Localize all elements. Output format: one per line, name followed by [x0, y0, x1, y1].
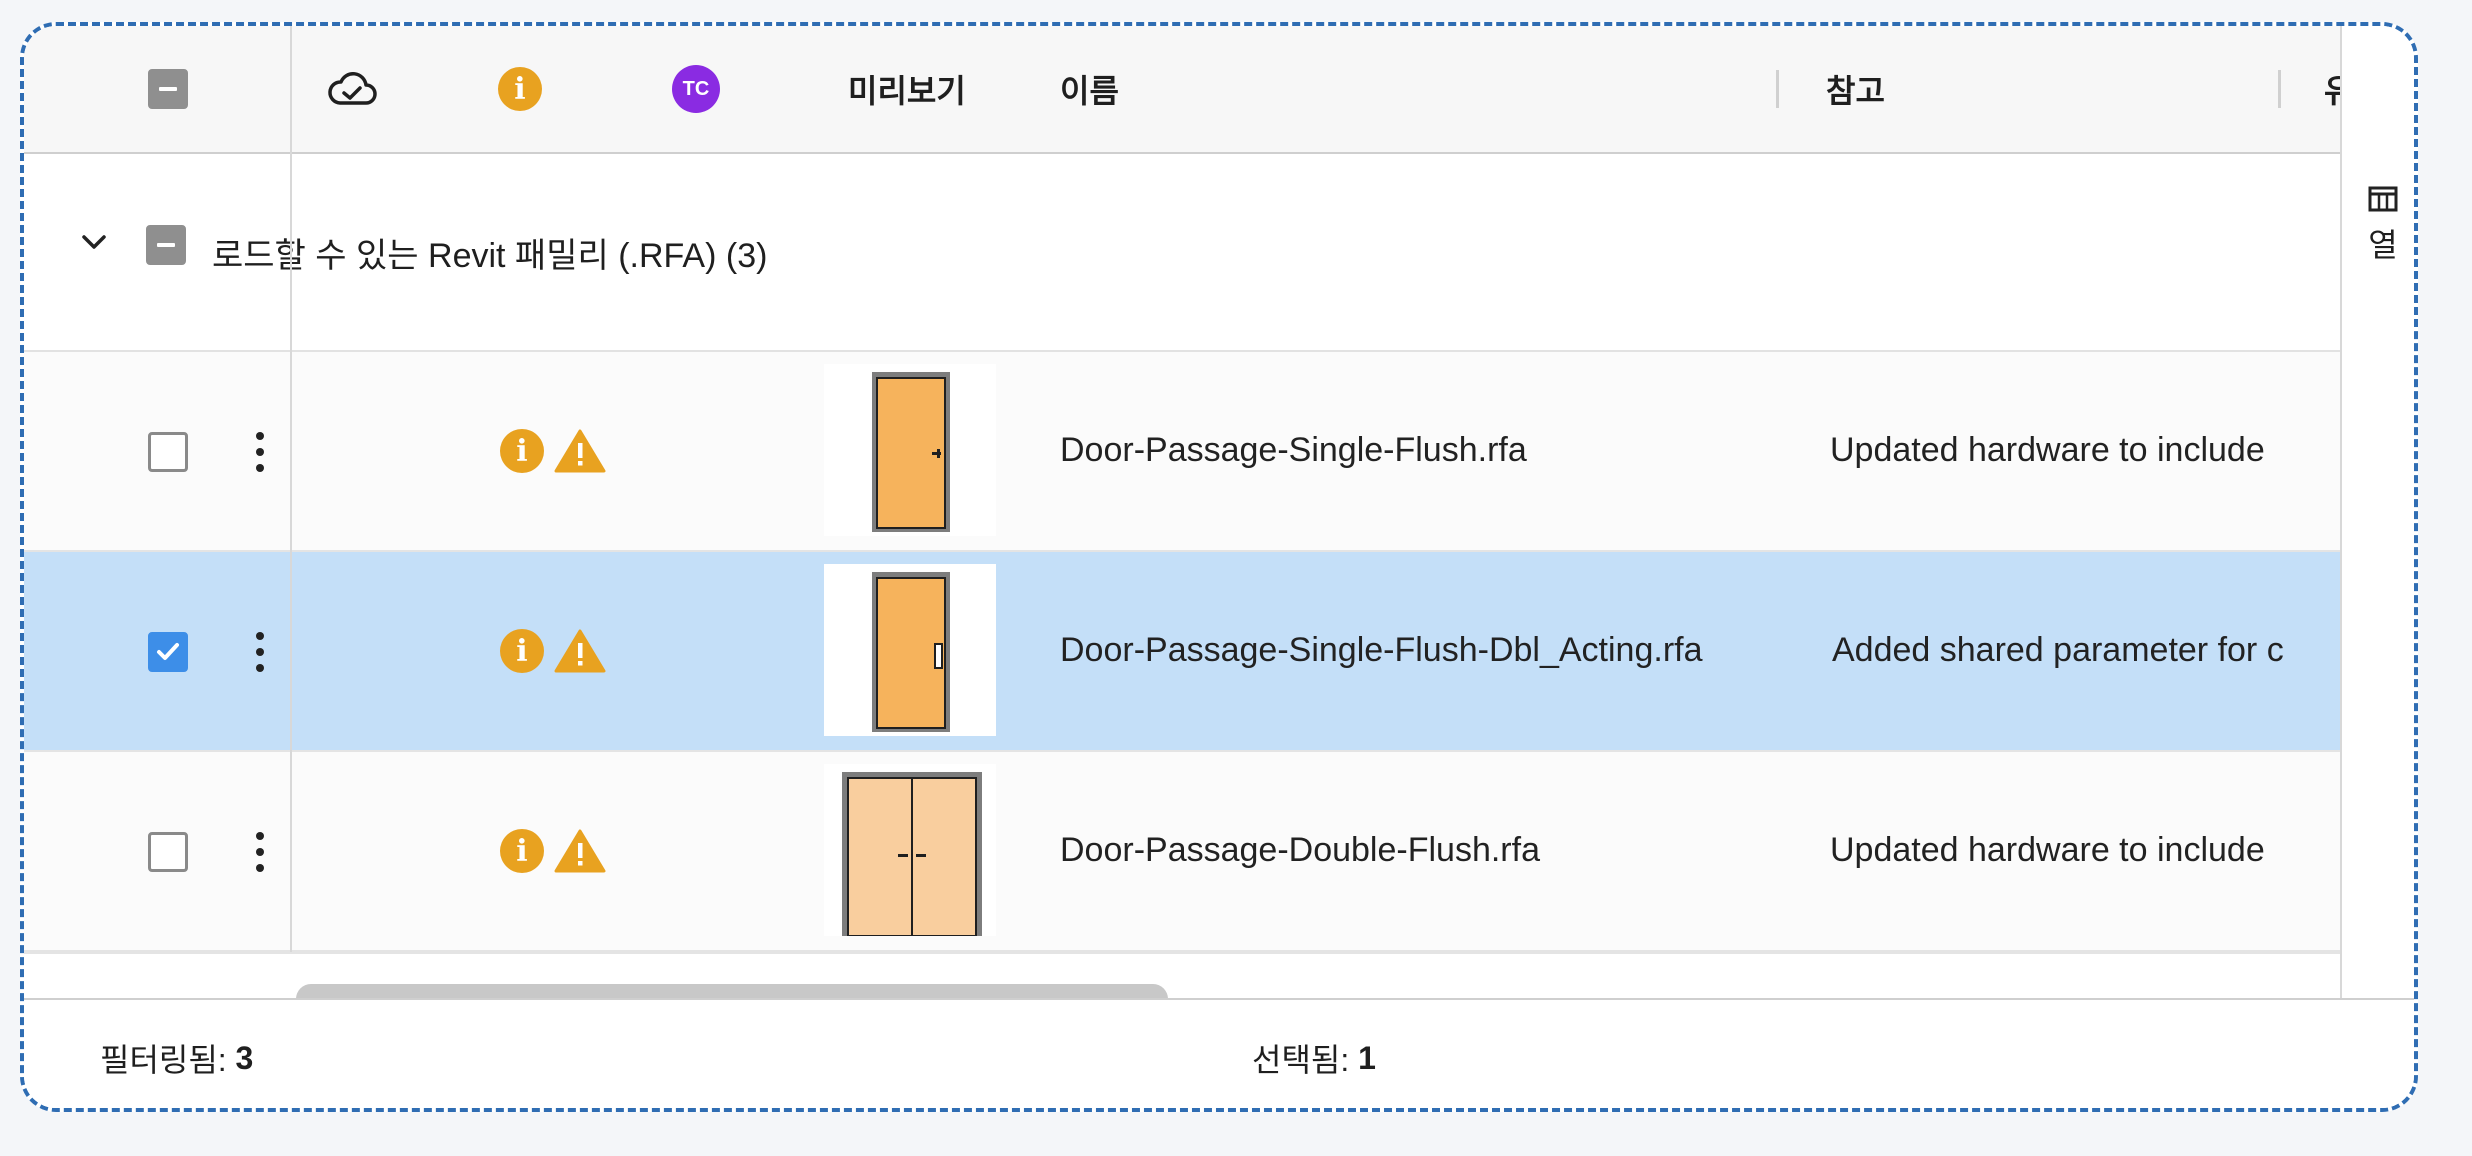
grid-header: i TC 미리보기 이름 참고 유	[24, 26, 2340, 154]
group-select-checkbox[interactable]	[146, 225, 186, 265]
data-grid-panel: i TC 미리보기 이름 참고 유	[20, 22, 2418, 1112]
preview-thumbnail[interactable]	[824, 564, 996, 736]
header-cloud-column[interactable]	[326, 26, 378, 152]
row-status-icons[interactable]: i	[500, 428, 606, 474]
filtered-count-status: 필터링됨: 3	[100, 1028, 253, 1088]
header-name[interactable]: 이름	[1060, 26, 1119, 152]
header-tc-column[interactable]: TC	[672, 26, 720, 152]
table-row[interactable]: i Door-Passage-Single-Flush.rfa Updated …	[24, 352, 2340, 552]
next-column-label: 유	[2324, 66, 2340, 112]
note-text: Added shared parameter for c	[1832, 630, 2284, 669]
preview-thumbnail[interactable]	[824, 764, 996, 937]
note-text: Updated hardware to include	[1830, 430, 2265, 469]
info-icon: i	[498, 67, 542, 111]
file-name: Door-Passage-Double-Flush.rfa	[1060, 830, 1540, 869]
row-menu-button[interactable]	[254, 832, 266, 872]
row-menu-button[interactable]	[254, 632, 266, 672]
file-name: Door-Passage-Single-Flush-Dbl_Acting.rfa	[1060, 630, 1703, 669]
row-select-checkbox-checked[interactable]	[148, 632, 188, 672]
row-note-cell[interactable]: Updated hardware to include	[1830, 818, 2300, 882]
table-row-selected[interactable]: i Door-Passage-Single-Flush-Dbl_Acting.r…	[24, 552, 2340, 752]
row-note-cell[interactable]: Updated hardware to include	[1830, 418, 2300, 482]
header-preview[interactable]: 미리보기	[848, 26, 966, 152]
column-divider	[290, 26, 292, 998]
group-checkbox-cell[interactable]	[146, 225, 186, 265]
preview-column-label: 미리보기	[848, 73, 966, 109]
note-text: Updated hardware to include	[1830, 830, 2265, 869]
info-icon[interactable]: i	[500, 829, 544, 873]
selected-count: 1	[1358, 1039, 1376, 1076]
header-notes[interactable]: 참고	[1826, 26, 1885, 152]
status-footer: 필터링됨: 3 선택됨: 1	[24, 998, 2414, 1108]
chevron-down-icon	[82, 235, 106, 249]
row-checkbox-cell[interactable]	[148, 832, 188, 872]
more-vertical-icon	[254, 632, 266, 672]
info-icon[interactable]: i	[500, 629, 544, 673]
table-row[interactable]: i Door-Passage-Double-Flush.rfa Updated …	[24, 752, 2340, 952]
more-vertical-icon	[254, 432, 266, 472]
checkmark-icon	[157, 643, 179, 660]
row-name-cell[interactable]: Door-Passage-Double-Flush.rfa	[1060, 818, 1540, 882]
name-column-label: 이름	[1060, 73, 1119, 109]
column-resize-handle[interactable]	[2278, 70, 2281, 108]
warning-icon[interactable]	[554, 428, 606, 474]
grid-area: i TC 미리보기 이름 참고 유	[24, 26, 2340, 998]
selected-count-status: 선택됨: 1	[1252, 1028, 1376, 1088]
group-row[interactable]: 로드할 수 있는 Revit 패밀리 (.RFA) (3)	[24, 154, 2340, 352]
row-checkbox-cell[interactable]	[148, 632, 188, 672]
row-menu-button[interactable]	[254, 432, 266, 472]
single-door-dbl-acting-icon	[872, 572, 950, 732]
notes-column-label: 참고	[1826, 73, 1885, 109]
columns-side-panel: 열	[2340, 26, 2414, 998]
info-icon[interactable]: i	[500, 429, 544, 473]
columns-label: 열	[2368, 227, 2398, 263]
row-name-cell[interactable]: Door-Passage-Single-Flush.rfa	[1060, 418, 1527, 482]
tc-badge: TC	[672, 65, 720, 113]
row-select-checkbox[interactable]	[148, 432, 188, 472]
horizontal-scrollbar-thumb[interactable]	[296, 984, 1168, 998]
filtered-label: 필터링됨:	[100, 1042, 236, 1078]
preview-thumbnail[interactable]	[824, 364, 996, 536]
group-label: 로드할 수 있는 Revit 패밀리 (.RFA) (3)	[212, 236, 768, 275]
row-note-cell[interactable]: Added shared parameter for c	[1832, 618, 2302, 682]
row-name-cell[interactable]: Door-Passage-Single-Flush-Dbl_Acting.rfa	[1060, 618, 1703, 682]
columns-icon	[2368, 186, 2398, 212]
file-name: Door-Passage-Single-Flush.rfa	[1060, 430, 1527, 469]
group-label-cell: 로드할 수 있는 Revit 패밀리 (.RFA) (3)	[212, 220, 767, 284]
row-status-icons[interactable]: i	[500, 828, 606, 874]
header-next-column[interactable]: 유	[2324, 26, 2340, 152]
group-collapse-toggle[interactable]	[76, 224, 112, 260]
columns-panel-button[interactable]: 열	[2342, 186, 2414, 266]
row-status-icons[interactable]: i	[500, 628, 606, 674]
cloud-check-icon	[328, 72, 377, 105]
warning-icon[interactable]	[554, 628, 606, 674]
single-door-icon	[872, 372, 950, 532]
more-vertical-icon	[254, 832, 266, 872]
warning-icon[interactable]	[554, 828, 606, 874]
select-all-checkbox[interactable]	[148, 69, 188, 109]
column-resize-handle[interactable]	[1776, 70, 1779, 108]
header-info-column[interactable]: i	[498, 26, 542, 152]
row-select-checkbox[interactable]	[148, 832, 188, 872]
row-checkbox-cell[interactable]	[148, 432, 188, 472]
double-door-icon	[842, 772, 982, 937]
selected-label: 선택됨:	[1252, 1042, 1359, 1078]
filtered-count: 3	[235, 1039, 254, 1076]
header-select-all[interactable]	[148, 26, 188, 152]
